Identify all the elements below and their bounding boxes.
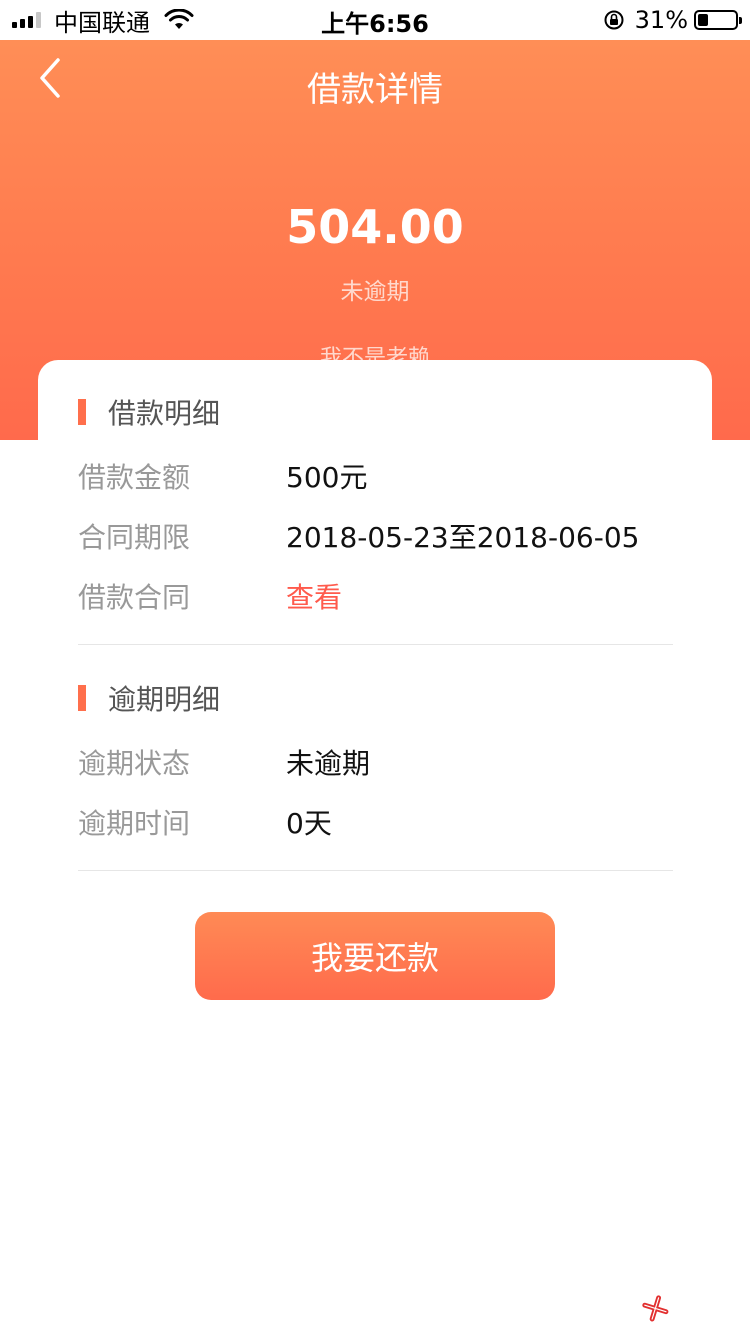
overdue-status-row: 逾期状态 未逾期 bbox=[78, 742, 678, 780]
row-value: 未逾期 bbox=[286, 747, 371, 780]
page-title: 借款详情 bbox=[307, 70, 443, 110]
row-label: 逾期时间 bbox=[78, 807, 191, 840]
section-divider bbox=[78, 870, 673, 871]
overdue-status-text: 未逾期 bbox=[340, 279, 410, 305]
loan-detail-section-title: 借款明细 bbox=[78, 394, 220, 430]
loan-contract-row: 借款合同 查看 bbox=[78, 576, 678, 614]
section-accent-bar bbox=[78, 685, 86, 711]
section-accent-bar bbox=[78, 399, 86, 425]
row-value: 500元 bbox=[286, 461, 368, 494]
battery-level bbox=[698, 14, 708, 26]
section-title-label: 借款明细 bbox=[108, 397, 221, 430]
row-value: 2018-05-23至2018-06-05 bbox=[286, 521, 640, 554]
loan-amount-row: 借款金额 500元 bbox=[78, 456, 678, 494]
rotation-lock-icon bbox=[604, 10, 624, 30]
repay-button[interactable]: 我要还款 bbox=[195, 912, 555, 1000]
row-label: 逾期状态 bbox=[78, 747, 191, 780]
row-label: 借款金额 bbox=[78, 461, 191, 494]
row-label: 借款合同 bbox=[78, 581, 191, 614]
overdue-days-row: 逾期时间 0天 bbox=[78, 802, 678, 840]
status-bar: 中国联通 上午6:56 31% bbox=[0, 0, 750, 40]
view-contract-link[interactable]: 查看 bbox=[286, 576, 342, 616]
row-label: 合同期限 bbox=[78, 521, 191, 554]
detail-card: 借款明细 借款金额 500元 合同期限 2018-05-23至2018-06-0… bbox=[38, 360, 712, 900]
loan-detail-screen: 中国联通 上午6:56 31% 借款详情 504.00 未逾期 我不是老赖 借款… bbox=[0, 0, 750, 1334]
battery-icon bbox=[694, 10, 742, 30]
row-value: 0天 bbox=[286, 807, 332, 840]
watermark: 卡农社区 bbox=[636, 1247, 745, 1333]
contract-term-row: 合同期限 2018-05-23至2018-06-05 bbox=[78, 516, 678, 554]
battery-percent: 31% bbox=[634, 6, 688, 34]
status-bar-right: 31% bbox=[603, 6, 742, 34]
section-title-label: 逾期明细 bbox=[108, 683, 221, 716]
section-divider bbox=[78, 644, 673, 645]
loan-amount: 504.00 bbox=[286, 200, 464, 254]
overdue-detail-section-title: 逾期明细 bbox=[78, 680, 220, 716]
